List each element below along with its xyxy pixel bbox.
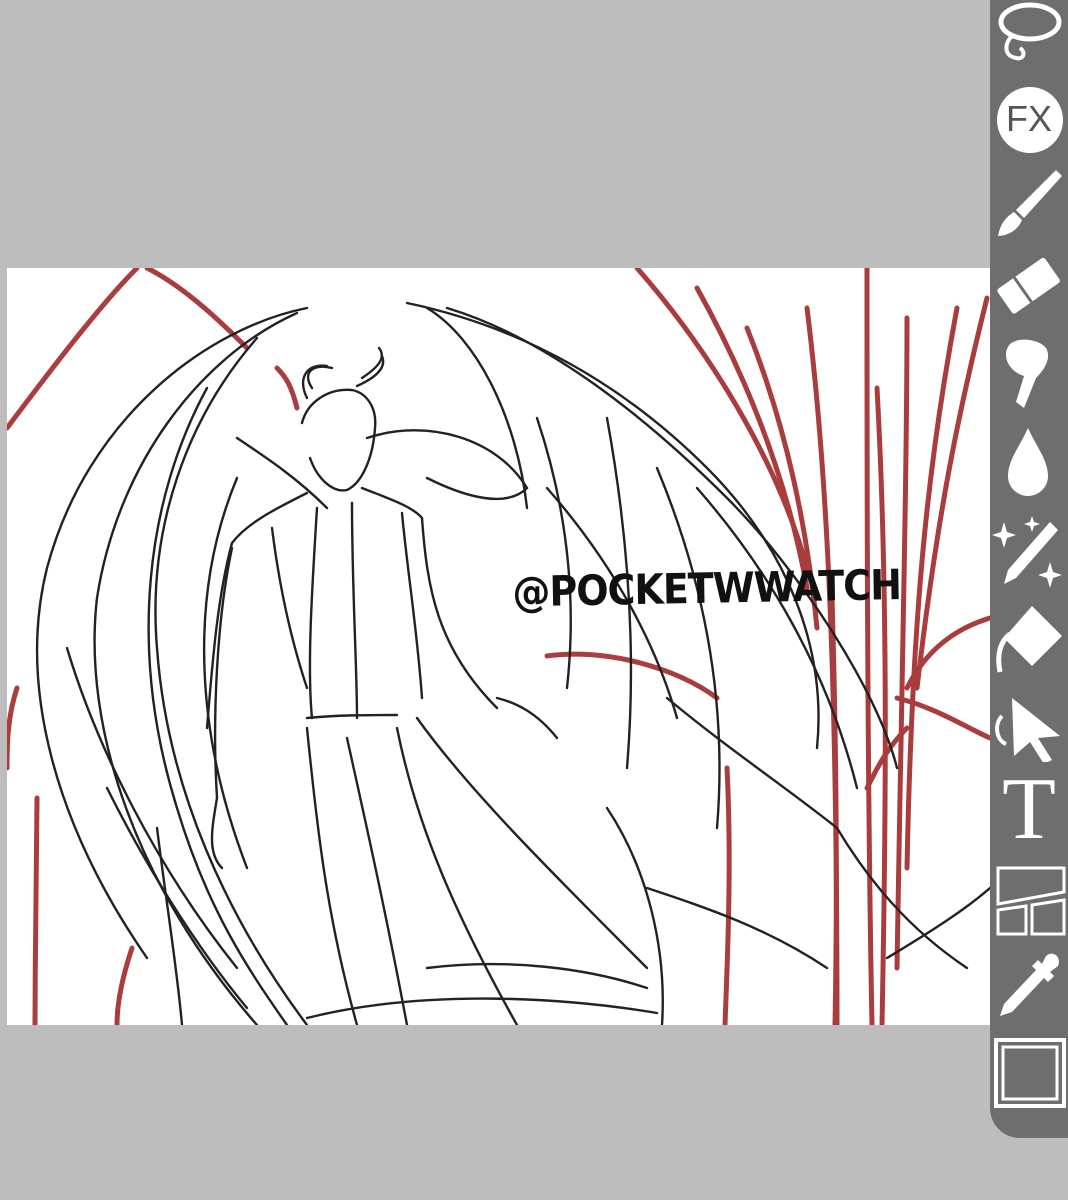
move-tool-button[interactable] — [990, 690, 1068, 762]
move-arrow-icon — [995, 698, 1060, 762]
tool-palette: FX T — [990, 0, 1068, 1138]
eyedropper-icon — [1000, 953, 1059, 1016]
eraser-tool-button[interactable] — [990, 250, 1068, 322]
brush-tool-button[interactable] — [990, 166, 1068, 238]
lasso-icon — [998, 2, 1062, 61]
watermark-text: @POCKETWWATCH — [512, 560, 902, 617]
text-icon: T — [1002, 761, 1056, 858]
sketch-artwork — [7, 268, 990, 1025]
color-picker-button[interactable] — [990, 1036, 1068, 1108]
eraser-icon — [997, 258, 1060, 314]
drawing-canvas[interactable]: @POCKETWWATCH — [7, 268, 990, 1025]
frame-divider-icon — [996, 866, 1066, 936]
fx-label: FX — [1005, 98, 1052, 139]
sparkle-pen-icon — [992, 516, 1062, 588]
smudge-tool-button[interactable] — [990, 336, 1068, 408]
smudge-icon — [1005, 339, 1049, 408]
blur-drop-icon — [1008, 428, 1048, 496]
fill-tool-button[interactable] — [990, 600, 1068, 673]
frame-divider-tool-button[interactable] — [990, 862, 1068, 936]
text-tool-button[interactable]: T — [990, 766, 1068, 854]
blur-tool-button[interactable] — [990, 424, 1068, 496]
special-brush-tool-button[interactable] — [990, 512, 1068, 588]
canvas-workspace[interactable]: @POCKETWWATCH — [0, 0, 990, 1200]
brush-icon — [998, 170, 1062, 236]
fill-bucket-icon — [996, 606, 1062, 673]
drawing-app: @POCKETWWATCH FX T — [0, 0, 1068, 1200]
lasso-tool-button[interactable] — [990, 0, 1068, 72]
color-swatch-icon — [994, 1038, 1066, 1108]
eyedropper-tool-button[interactable] — [990, 950, 1068, 1022]
filter-tool-button[interactable]: FX — [990, 84, 1068, 156]
